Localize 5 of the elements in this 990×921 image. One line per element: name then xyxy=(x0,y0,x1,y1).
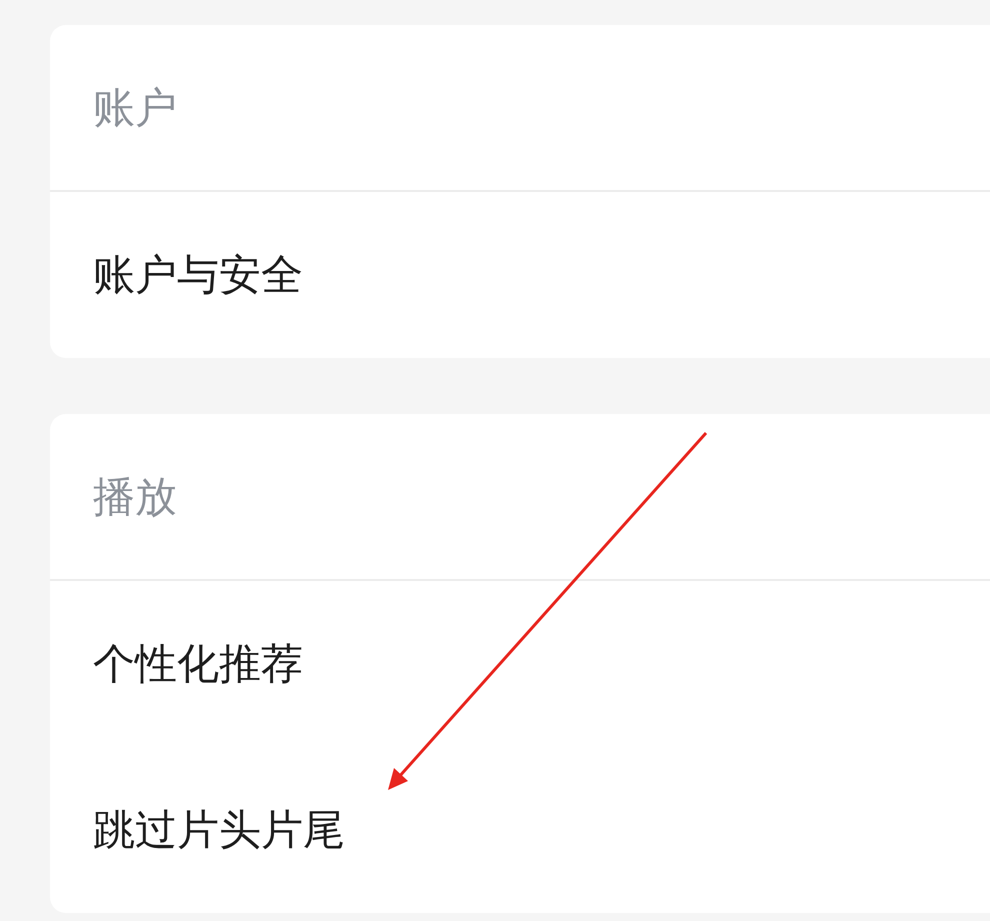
settings-item[interactable]: 跳过片头片尾 xyxy=(50,747,990,913)
section-header: 账户 xyxy=(93,82,177,134)
settings-item[interactable]: 账户与安全 xyxy=(50,192,990,358)
settings-item[interactable]: 个性化推荐 xyxy=(50,581,990,747)
section-header: 播放 xyxy=(93,470,177,522)
